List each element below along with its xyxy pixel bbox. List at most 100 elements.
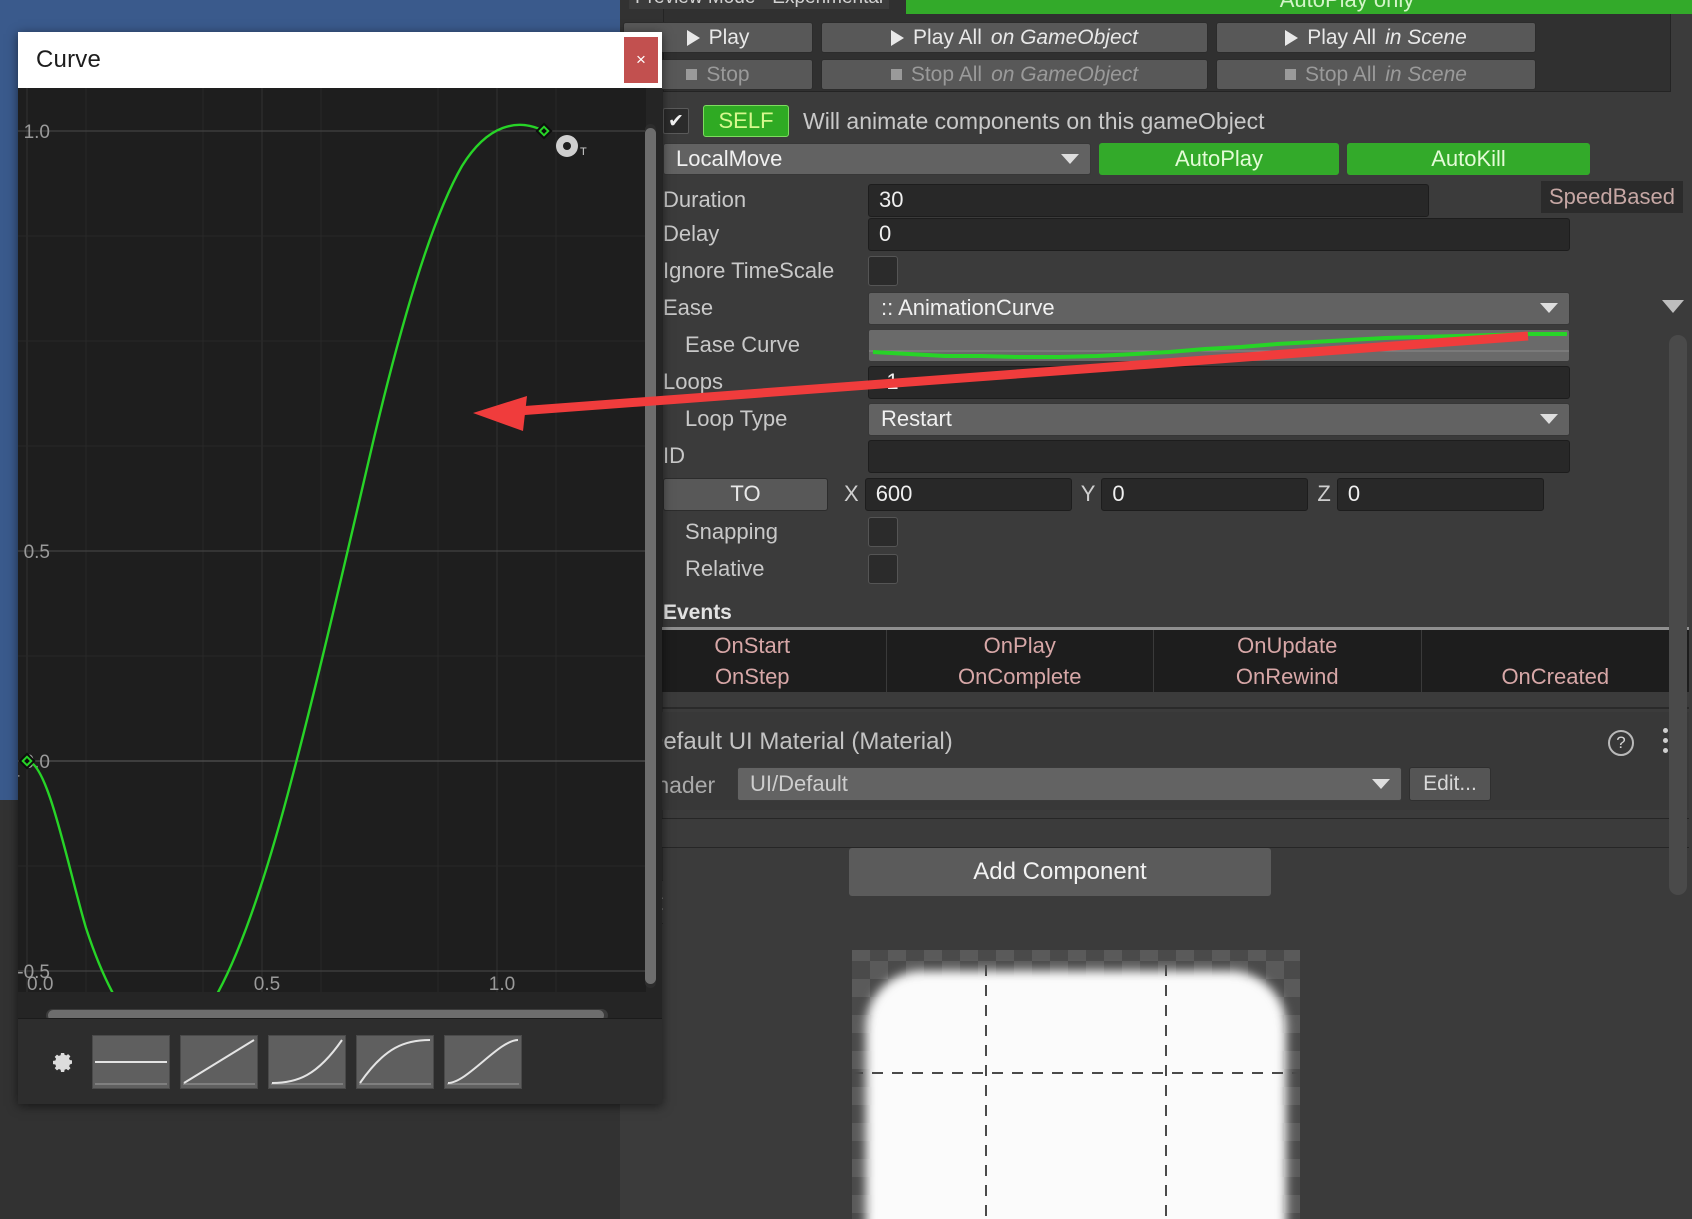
shader-edit-button[interactable]: Edit... [1409, 767, 1491, 801]
play-all-in-scene-button[interactable]: Play All in Scene [1216, 22, 1536, 53]
play-icon [686, 29, 700, 46]
gear-icon-glyph [53, 1052, 72, 1072]
curve-preset-ease-in[interactable] [268, 1034, 346, 1089]
self-row: ✔ SELF Will animate components on this g… [619, 104, 1669, 138]
curve-plot: 1.0 0.5 0.0 -0.5 T 0.0 0.5 1.0 [18, 88, 646, 992]
curve-preset-constant[interactable] [92, 1034, 170, 1089]
preset-ease-out-glyph [359, 1038, 431, 1085]
autoplay-only-button[interactable]: AutoPlay only [906, 0, 1692, 14]
loops-input[interactable]: -1 [868, 365, 1570, 399]
preset-constant-glyph [95, 1060, 167, 1085]
event-tab-onupdate[interactable]: OnUpdate [1154, 630, 1422, 661]
play-button-row: Play Play All on GameObject Play All in … [623, 22, 1536, 53]
play-all-in-scene-label: Play All [1307, 25, 1377, 49]
ignore-timescale-row: Ignore TimeScale [619, 254, 1689, 288]
close-icon[interactable]: × [624, 37, 658, 83]
play-all-in-scene-italic: in Scene [1385, 25, 1467, 49]
z-input[interactable]: 0 [1336, 477, 1544, 511]
curve-vertical-scrollbar[interactable] [645, 124, 656, 988]
snapping-row: Snapping [619, 515, 1689, 549]
shader-dropdown[interactable]: UI/Default [737, 767, 1402, 801]
help-icon[interactable]: ? [1608, 730, 1634, 756]
play-all-on-gameobject-label: Play All [913, 25, 982, 49]
loop-type-label: Loop Type [685, 406, 788, 431]
duration-input[interactable]: 30 [868, 183, 1429, 217]
preset-ease-in-glyph [271, 1038, 343, 1085]
event-tab-oncreated[interactable]: OnCreated [1422, 661, 1690, 692]
scroll-down-arrow-icon[interactable] [1662, 300, 1684, 313]
duration-label: Duration [663, 187, 747, 212]
event-tab-spacer [1422, 630, 1690, 661]
loops-row: Loops -1 [619, 365, 1689, 399]
autoplay-button[interactable]: AutoPlay [1099, 143, 1339, 175]
play-all-on-gameobject-button[interactable]: Play All on GameObject [821, 22, 1208, 53]
stop-icon [1285, 69, 1297, 80]
curve-preset-toolbar [18, 1018, 662, 1104]
chevron-down-icon [1540, 303, 1558, 313]
speedbased-label[interactable]: SpeedBased [1541, 181, 1683, 213]
id-row: ID [619, 439, 1689, 473]
y-group: Y 0 [1081, 477, 1309, 511]
ease-value: :: AnimationCurve [881, 295, 1055, 320]
gear-icon[interactable] [46, 1050, 82, 1074]
chevron-down-icon [1540, 414, 1558, 424]
play-all-on-gameobject-italic: on GameObject [990, 25, 1138, 49]
chevron-down-icon [1061, 154, 1079, 164]
ignore-timescale-checkbox[interactable] [868, 256, 898, 286]
inspector-panel: Preview Mode - Experimental AutoPlay onl… [578, 0, 1692, 950]
x-tick-0: 0.0 [27, 974, 53, 992]
ease-curve-preview[interactable] [868, 328, 1570, 362]
id-label: ID [663, 443, 685, 468]
curve-graph-area[interactable]: 1.0 0.5 0.0 -0.5 T 0.0 0.5 1.0 [18, 88, 646, 992]
x-tick-1: 1.0 [489, 974, 515, 992]
id-input[interactable] [868, 439, 1570, 473]
stop-button-label: Stop [706, 62, 750, 86]
event-tab-onplay[interactable]: OnPlay [887, 630, 1154, 661]
event-tab-onrewind[interactable]: OnRewind [1154, 661, 1422, 692]
curve-preset-ease-out[interactable] [356, 1034, 434, 1089]
ease-curve-thumbnail [869, 331, 1569, 359]
stop-all-on-gameobject-button[interactable]: Stop All on GameObject [821, 59, 1208, 90]
delay-row: Delay 0 [619, 217, 1689, 251]
events-tab-grid: OnStart OnPlay OnUpdate OnStep OnComplet… [619, 630, 1689, 692]
snapping-label: Snapping [685, 519, 778, 544]
autokill-button[interactable]: AutoKill [1347, 143, 1590, 175]
tween-type-value: LocalMove [676, 146, 783, 171]
self-description: Will animate components on this gameObje… [803, 107, 1265, 134]
ease-dropdown[interactable]: :: AnimationCurve [868, 291, 1570, 325]
curve-preset-linear[interactable] [180, 1034, 258, 1089]
curve-window-titlebar: Curve × [18, 32, 662, 88]
play-icon [1285, 29, 1299, 46]
self-badge[interactable]: SELF [703, 105, 789, 137]
material-divider [619, 707, 1689, 709]
curve-preset-ease-in-out[interactable] [444, 1034, 522, 1089]
ease-row: Ease :: AnimationCurve [619, 291, 1689, 325]
play-icon [891, 29, 905, 46]
relative-checkbox[interactable] [868, 554, 898, 584]
loops-label: Loops [663, 369, 723, 394]
delay-input[interactable]: 0 [868, 217, 1570, 251]
svg-text:T: T [580, 146, 587, 158]
event-tab-oncomplete[interactable]: OnComplete [887, 661, 1154, 692]
y-tick-1: 1.0 [24, 122, 50, 143]
svg-text:T: T [18, 774, 20, 786]
loop-type-dropdown[interactable]: Restart [868, 402, 1570, 436]
events-title: Events [663, 601, 732, 624]
self-checkbox[interactable]: ✔ [663, 108, 689, 134]
snapping-checkbox[interactable] [868, 517, 898, 547]
ease-curve-label: Ease Curve [685, 332, 800, 357]
x-input[interactable]: 600 [864, 477, 1072, 511]
tween-type-dropdown[interactable]: LocalMove [663, 143, 1091, 175]
ease-label: Ease [663, 295, 714, 320]
to-button[interactable]: TO [663, 477, 828, 511]
stop-all-on-gameobject-label: Stop All [910, 62, 983, 86]
z-group: Z 0 [1317, 477, 1544, 511]
inspector-scrollbar[interactable] [1669, 335, 1687, 895]
duration-row: Duration 30 SpeedBased [619, 181, 1689, 217]
add-component-button[interactable]: Add Component [849, 848, 1271, 896]
to-row: TO X 600 Y 0 Z 0 [619, 477, 1689, 511]
curve-editor-window: Curve × 1.0 0.5 0.0 -0.5 T 0.0 0.5 1.0 [18, 32, 662, 1104]
material-title: Default UI Material (Material) [646, 728, 953, 755]
stop-all-in-scene-button[interactable]: Stop All in Scene [1216, 59, 1536, 90]
y-input[interactable]: 0 [1101, 477, 1309, 511]
